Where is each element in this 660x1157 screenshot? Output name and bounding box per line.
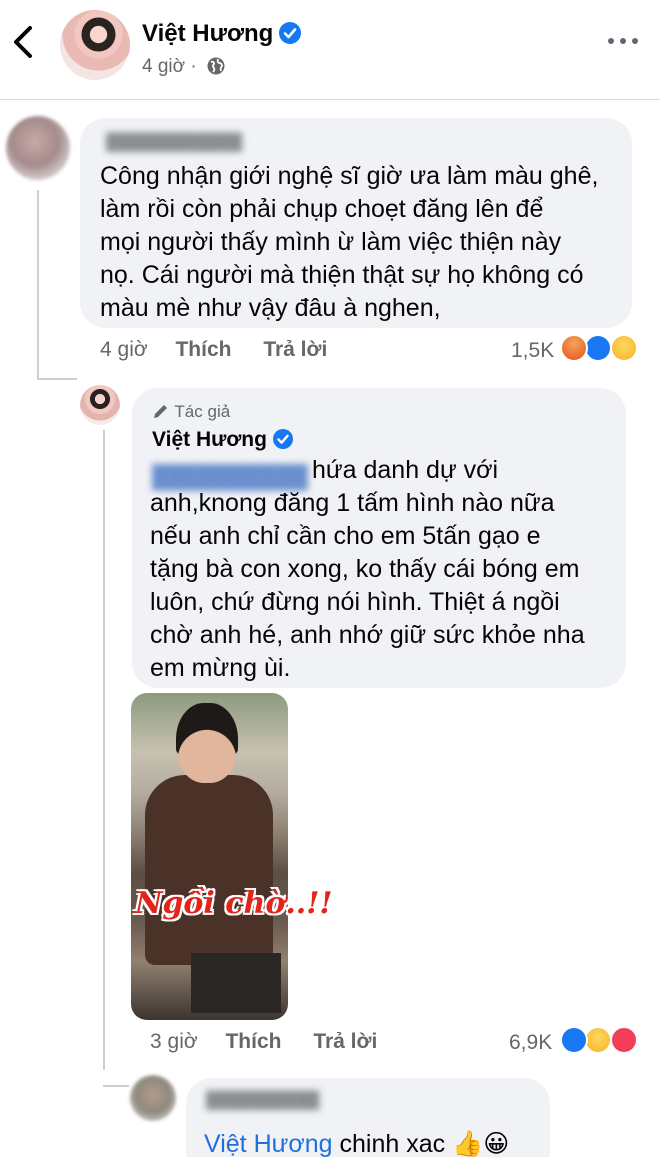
comment-text: Việt Hương chinh xac 👍😀 xyxy=(204,1130,510,1157)
like-reaction-icon xyxy=(584,334,612,362)
haha-reaction-icon xyxy=(584,1026,612,1054)
reaction-icons[interactable] xyxy=(560,334,644,364)
comment-text: Công nhận giới nghệ sĩ giờ ưa làm màu gh… xyxy=(100,162,599,322)
commenter-avatar[interactable] xyxy=(130,1075,176,1121)
like-button[interactable]: Thích xyxy=(175,338,231,361)
love-reaction-icon xyxy=(610,1026,638,1054)
blurred-commenter-name: ██████████ xyxy=(206,1092,320,1109)
blurred-commenter-name: ████████████ xyxy=(106,134,243,151)
thread-connector xyxy=(37,378,77,380)
photo-chair xyxy=(191,953,281,1013)
reply-bubble: Tác giả Việt Hương ██████████ hứa danh d… xyxy=(132,388,626,688)
reaction-count[interactable]: 6,9K xyxy=(509,1031,552,1055)
like-reaction-icon xyxy=(560,1026,588,1054)
more-options-icon[interactable] xyxy=(608,38,638,46)
author-badge: Tác giả xyxy=(152,402,230,422)
like-button[interactable]: Thích xyxy=(225,1030,281,1053)
reply-author-name[interactable]: Việt Hương xyxy=(152,428,293,452)
verified-badge-icon xyxy=(272,429,293,449)
reaction-count[interactable]: 1,5K xyxy=(511,339,554,363)
author-avatar[interactable] xyxy=(80,385,120,425)
reply-actions: 3 giờ Thích Trả lời xyxy=(150,1030,377,1054)
pencil-icon xyxy=(154,405,167,418)
comment-bubble: ████████████ Công nhận giới nghệ sĩ giờ … xyxy=(80,118,632,328)
comment-bubble: ██████████ Việt Hương chinh xac 👍😀 xyxy=(186,1078,550,1157)
mention-link[interactable]: Việt Hương xyxy=(204,1130,333,1157)
back-arrow-icon[interactable] xyxy=(8,22,38,62)
reply-text: hứa danh dự với anh,knong đăng 1 tấm hìn… xyxy=(150,456,585,682)
thread-connector xyxy=(37,190,39,380)
comment-actions: 4 giờ Thích Trả lời xyxy=(100,338,327,362)
comment-time: 4 giờ xyxy=(100,338,148,361)
page-name-text[interactable]: Việt Hương xyxy=(142,20,273,47)
reply-photo[interactable] xyxy=(131,693,288,1020)
post-timestamp: 4 giờ · xyxy=(142,56,226,78)
page-name[interactable]: Việt Hương xyxy=(142,20,302,48)
reply-time: 3 giờ xyxy=(150,1030,198,1053)
page-avatar[interactable] xyxy=(60,10,130,80)
haha-reaction-icon xyxy=(610,334,638,362)
angry-reaction-icon xyxy=(560,334,588,362)
reply-button[interactable]: Trả lời xyxy=(263,338,327,361)
post-header: Việt Hương 4 giờ · xyxy=(0,0,660,100)
commenter-avatar[interactable] xyxy=(6,116,70,180)
thread-connector xyxy=(103,430,105,1070)
verified-badge-icon xyxy=(279,22,302,44)
photo-figure xyxy=(145,775,273,965)
post-time-text: 4 giờ · xyxy=(142,56,197,77)
photo-face xyxy=(176,703,238,783)
emoji: 👍😀 xyxy=(452,1130,510,1157)
reaction-icons[interactable] xyxy=(560,1026,644,1056)
reply-button[interactable]: Trả lời xyxy=(313,1030,377,1053)
photo-caption: Ngồi chờ..!! xyxy=(135,886,333,921)
globe-icon xyxy=(207,57,225,75)
thread-connector xyxy=(103,1085,129,1087)
